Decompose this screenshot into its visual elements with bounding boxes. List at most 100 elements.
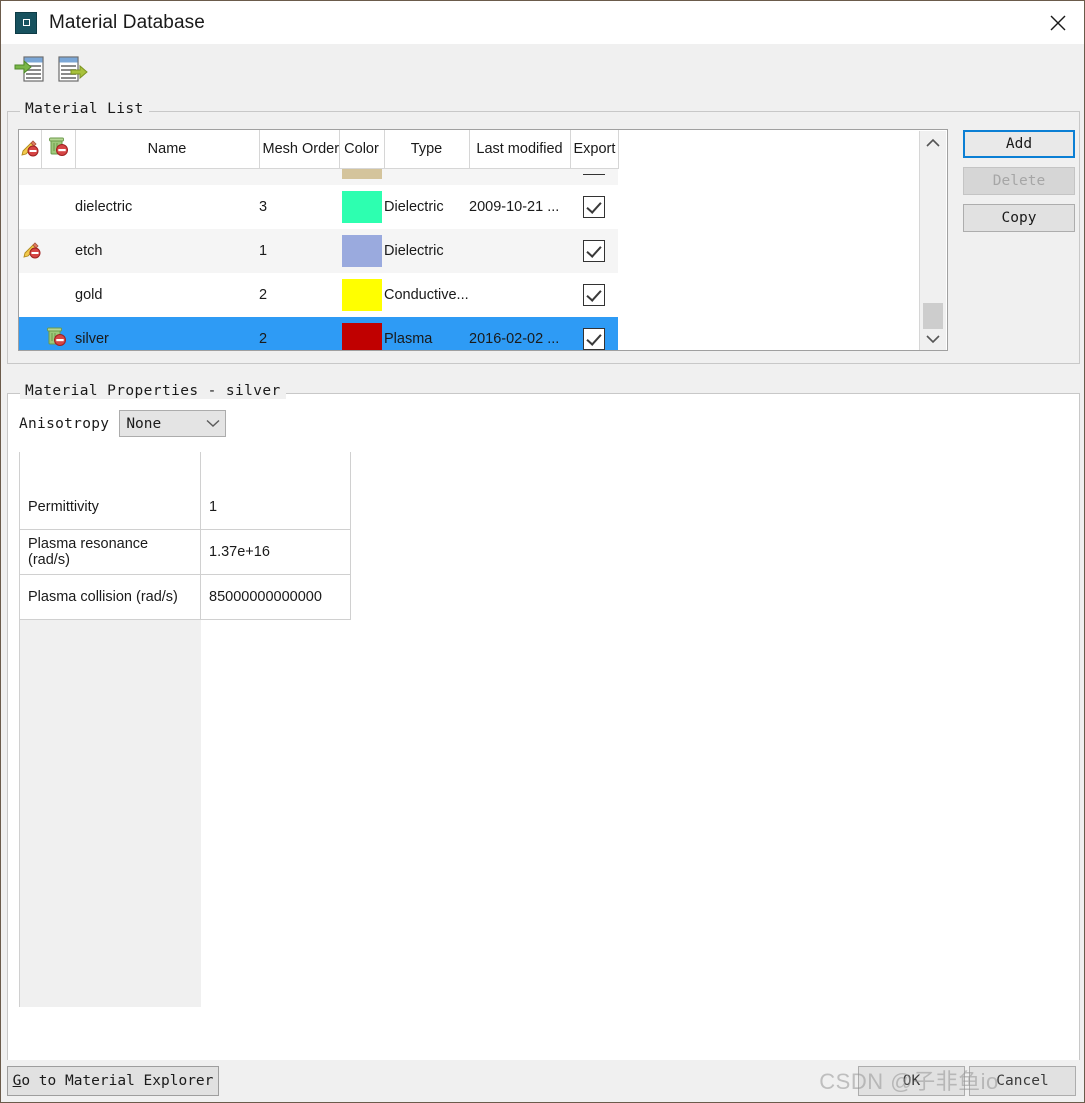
column-header-name-label: Name	[147, 141, 187, 157]
column-header-last-modified[interactable]: Last modified	[469, 130, 571, 169]
property-value[interactable]: 85000000000000	[200, 574, 351, 620]
properties-filler	[19, 618, 201, 1007]
row-edit-marker	[19, 229, 41, 273]
export-list-icon	[58, 56, 88, 82]
close-button[interactable]	[1030, 1, 1084, 44]
row-color-swatch-cell[interactable]	[339, 229, 384, 273]
export-checkbox[interactable]	[580, 325, 608, 350]
chevron-down-icon	[926, 335, 940, 344]
row-color-swatch-cell[interactable]	[339, 273, 384, 317]
scroll-up-button[interactable]	[920, 131, 946, 155]
property-row: Plasma resonance (rad/s) 1.37e+16	[19, 529, 351, 575]
property-name: Plasma collision (rad/s)	[19, 574, 201, 620]
column-header-delete[interactable]	[41, 130, 76, 169]
anisotropy-select[interactable]: None	[119, 410, 227, 437]
spacer-value-cell	[200, 452, 351, 485]
table-row[interactable]: gold 2 Conductive...	[19, 273, 618, 317]
row-name: etch	[75, 243, 103, 259]
scrollbar-thumb[interactable]	[923, 303, 943, 329]
import-materials-button[interactable]	[13, 52, 47, 86]
delete-button: Delete	[963, 167, 1075, 195]
row-type: Plasma	[384, 331, 433, 347]
row-last-modified	[469, 169, 570, 186]
row-type: Conductive...	[384, 287, 469, 303]
column-header-color[interactable]: Color	[339, 130, 385, 169]
row-color-swatch-cell[interactable]	[339, 317, 384, 350]
material-list-table: Name Mesh Order Color Type Last modified…	[19, 130, 619, 350]
material-list-group-label: Material List	[20, 101, 149, 117]
material-list-scrollbar[interactable]	[919, 131, 946, 350]
material-list-group: Material List Name Mesh Order Color Type…	[7, 101, 1080, 364]
add-button[interactable]: Add	[963, 130, 1075, 158]
ok-button[interactable]: OK	[858, 1066, 965, 1096]
color-swatch[interactable]	[341, 169, 382, 179]
column-header-color-label: Color	[344, 141, 379, 157]
table-row[interactable]: silver 2 Plasma 2016-02-02 ...	[19, 317, 618, 350]
material-properties-group: Material Properties - silver Anisotropy …	[7, 383, 1080, 1061]
table-row[interactable]: dielectric 3 Dielectric 2009-10-21 ...	[19, 185, 618, 229]
footer-bar: Go to Material Explorer OK Cancel CSDN @…	[1, 1060, 1084, 1102]
export-checkbox[interactable]	[583, 240, 605, 262]
row-name: gold	[75, 287, 103, 303]
cancel-button[interactable]: Cancel	[969, 1066, 1076, 1096]
column-header-mesh-order-label: Mesh Order	[262, 141, 339, 157]
row-export-cell[interactable]	[570, 169, 618, 186]
column-header-type-label: Type	[410, 141, 443, 157]
table-row[interactable]	[19, 168, 618, 186]
row-type: Dielectric	[384, 199, 444, 215]
row-delete-marker	[41, 273, 75, 317]
scroll-down-button[interactable]	[920, 327, 946, 350]
row-delete-marker	[41, 317, 75, 350]
table-row[interactable]: etch 1 Dielectric	[19, 229, 618, 273]
window-title: Material Database	[49, 11, 205, 33]
property-value[interactable]: 1	[200, 485, 351, 530]
export-checkbox[interactable]	[583, 196, 605, 218]
property-name: Plasma resonance (rad/s)	[19, 529, 201, 575]
pencil-blocked-icon	[21, 140, 39, 157]
row-export-cell[interactable]	[570, 317, 618, 350]
row-export-cell[interactable]	[570, 185, 618, 229]
table-header-row: Name Mesh Order Color Type Last modified…	[19, 130, 619, 169]
column-header-type[interactable]: Type	[384, 130, 470, 169]
color-swatch[interactable]	[341, 235, 382, 267]
color-swatch[interactable]	[341, 191, 382, 223]
trash-blocked-icon	[49, 137, 68, 156]
column-header-name[interactable]: Name	[75, 130, 260, 169]
row-last-modified	[469, 229, 570, 273]
material-properties-table: Permittivity 1 Plasma resonance (rad/s) 1.3…	[19, 452, 351, 620]
row-name: dielectric	[75, 199, 133, 215]
row-color-swatch-cell[interactable]	[339, 185, 384, 229]
row-edit-marker	[19, 185, 41, 229]
row-edit-marker	[19, 273, 41, 317]
row-delete-marker	[41, 229, 75, 273]
color-swatch[interactable]	[341, 279, 382, 311]
title-bar: Material Database	[1, 1, 1084, 44]
column-header-mesh-order[interactable]: Mesh Order	[259, 130, 340, 169]
copy-button[interactable]: Copy	[963, 204, 1075, 232]
close-icon	[1050, 15, 1066, 30]
row-mesh-order: 2	[259, 287, 268, 303]
row-export-cell[interactable]	[570, 273, 618, 317]
column-header-export[interactable]: Export	[570, 130, 619, 169]
row-mesh-order: 1	[259, 243, 268, 259]
row-last-modified	[469, 273, 570, 317]
export-checkbox[interactable]	[583, 284, 605, 306]
property-value[interactable]: 1.37e+16	[200, 529, 351, 575]
row-edit-marker	[19, 169, 41, 186]
row-name	[75, 169, 259, 186]
export-checkbox-partial	[583, 174, 605, 181]
row-edit-marker	[19, 317, 41, 350]
export-materials-button[interactable]	[55, 52, 89, 86]
row-color-swatch-cell[interactable]	[339, 169, 384, 186]
properties-spacer-row	[19, 452, 351, 485]
row-name: silver	[75, 331, 109, 347]
row-export-cell[interactable]	[570, 229, 618, 273]
color-swatch[interactable]	[341, 323, 382, 350]
material-properties-body: Permittivity 1 Plasma resonance (rad/s) 1.3…	[19, 452, 351, 620]
chevron-down-icon	[201, 419, 225, 428]
column-header-last-modified-label: Last modified	[476, 141, 563, 157]
column-header-edit[interactable]	[19, 130, 42, 169]
row-delete-marker	[41, 185, 75, 229]
go-to-material-explorer-button[interactable]: Go to Material Explorer	[7, 1066, 219, 1096]
material-list-table-container: Name Mesh Order Color Type Last modified…	[18, 129, 948, 351]
